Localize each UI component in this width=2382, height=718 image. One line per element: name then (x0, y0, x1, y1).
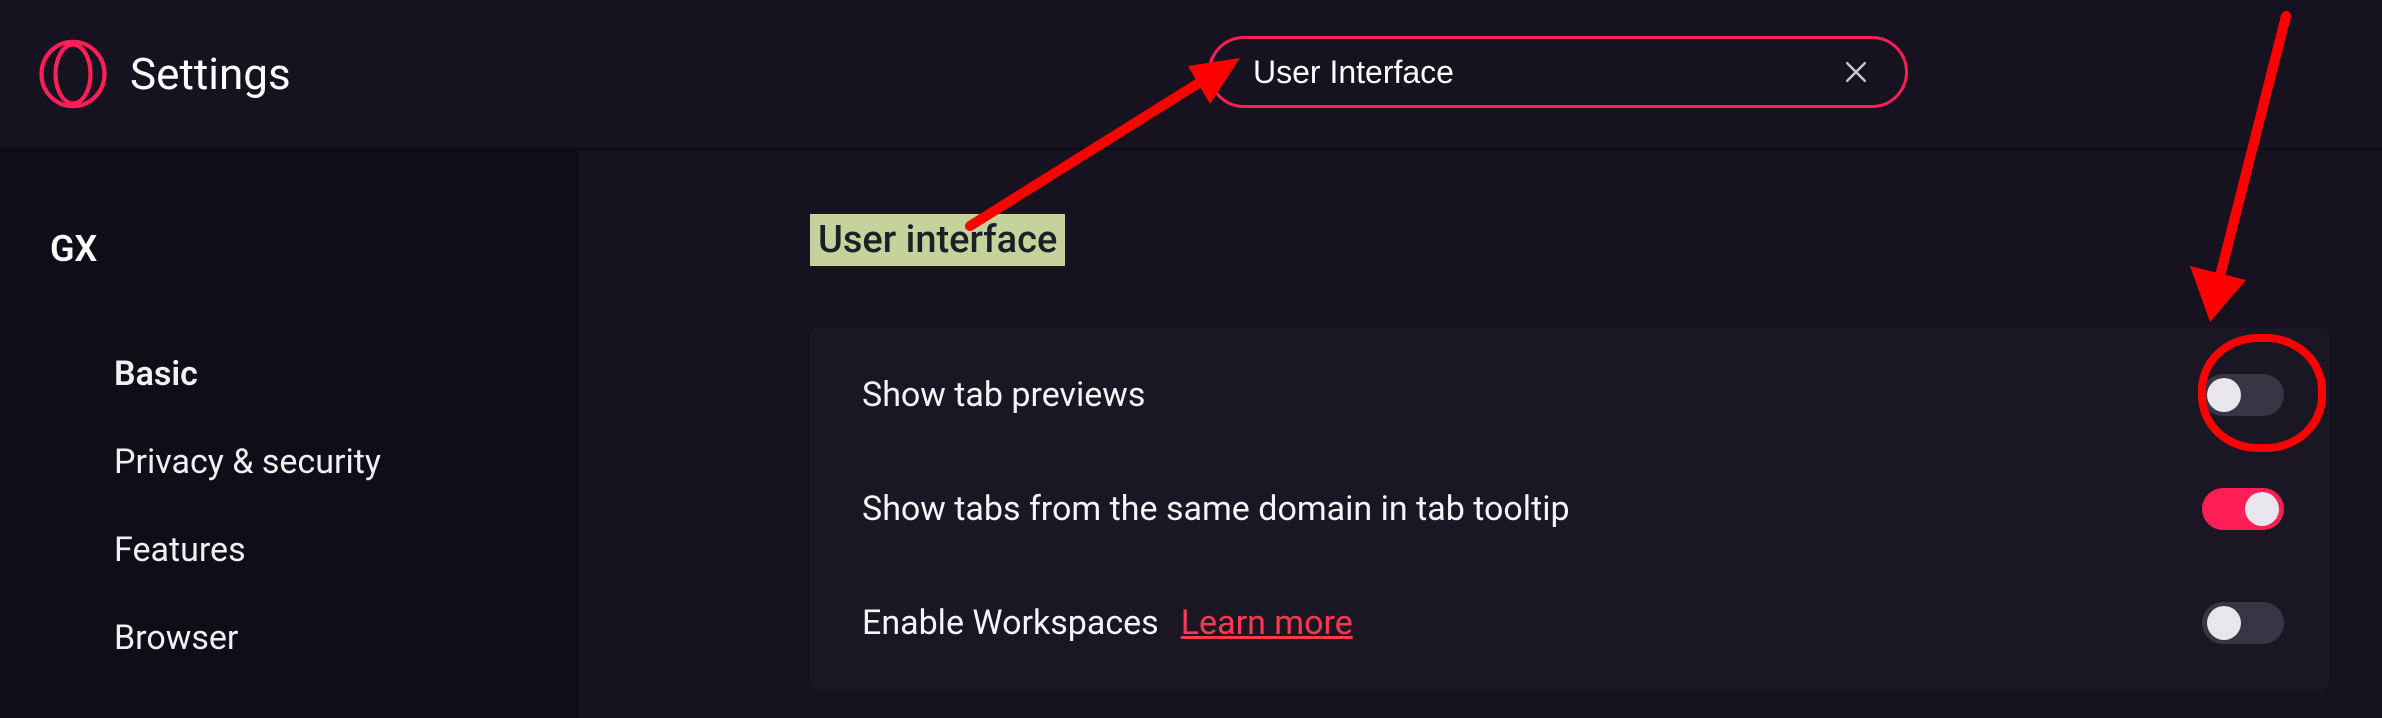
setting-label: Enable Workspaces Learn more (862, 603, 1353, 643)
main-content: User interface Show tab previews Show ta… (578, 150, 2382, 718)
settings-search-box[interactable] (1208, 36, 1908, 108)
opera-logo-icon (38, 39, 108, 109)
sidebar-item-features[interactable]: Features (50, 506, 576, 594)
setting-label: Show tabs from the same domain in tab to… (862, 489, 1570, 529)
sidebar-category: GX (50, 228, 576, 270)
sidebar-item-basic[interactable]: Basic (50, 330, 576, 418)
page-title: Settings (130, 48, 291, 100)
setting-row-workspaces: Enable Workspaces Learn more (810, 566, 2330, 680)
settings-card: Show tab previews Show tabs from the sam… (810, 328, 2330, 690)
section-heading: User interface (810, 214, 1065, 266)
sidebar-item-privacy[interactable]: Privacy & security (50, 418, 576, 506)
header: Settings (0, 0, 2382, 150)
toggle-knob (2245, 492, 2279, 526)
clear-search-icon[interactable] (1841, 57, 1871, 87)
toggle-same-domain-tooltip[interactable] (2202, 488, 2284, 530)
setting-label-text: Show tab previews (862, 375, 1145, 415)
toggle-workspaces[interactable] (2202, 602, 2284, 644)
setting-row-same-domain-tooltip: Show tabs from the same domain in tab to… (810, 452, 2330, 566)
learn-more-link[interactable]: Learn more (1181, 603, 1353, 643)
setting-label-text: Enable Workspaces (862, 603, 1159, 643)
setting-label: Show tab previews (862, 375, 1145, 415)
toggle-knob (2207, 378, 2241, 412)
toggle-tab-previews[interactable] (2202, 374, 2284, 416)
settings-search-input[interactable] (1253, 54, 1841, 91)
sidebar: GX Basic Privacy & security Features Bro… (0, 150, 578, 718)
setting-label-text: Show tabs from the same domain in tab to… (862, 489, 1570, 529)
toggle-knob (2207, 606, 2241, 640)
sidebar-item-browser[interactable]: Browser (50, 594, 576, 682)
setting-row-tab-previews: Show tab previews (810, 338, 2330, 452)
